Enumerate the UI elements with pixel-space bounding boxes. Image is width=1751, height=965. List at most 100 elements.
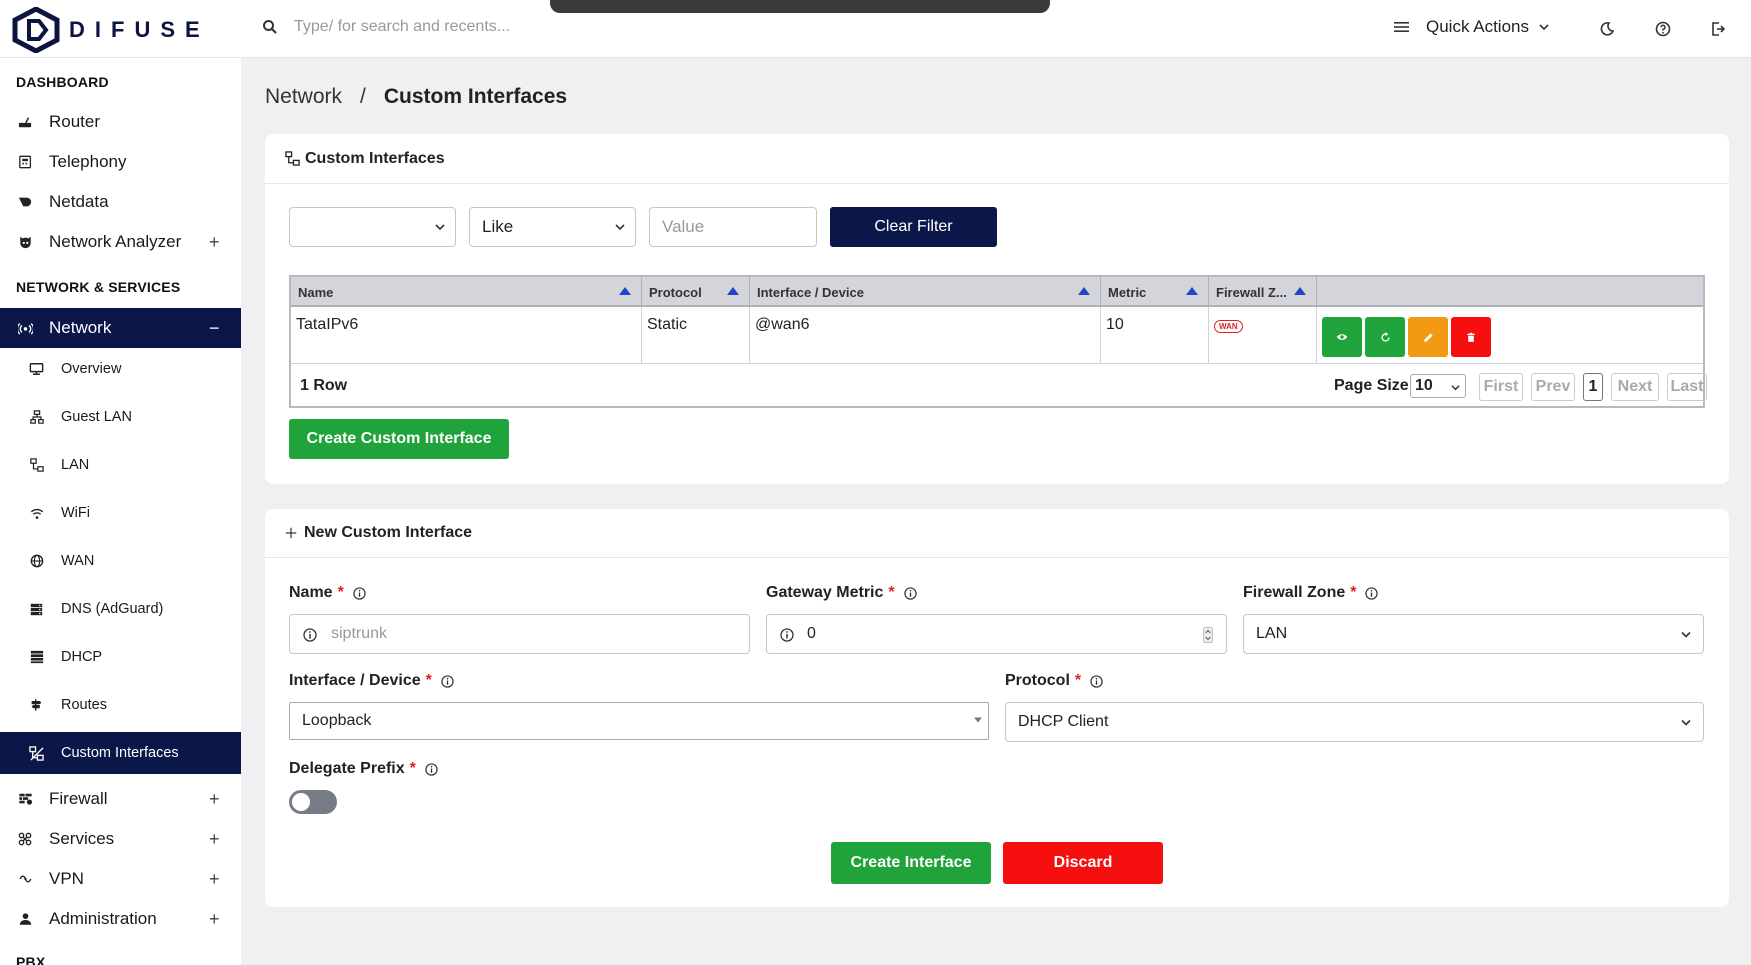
spinner-arrows-icon[interactable] <box>1203 627 1213 643</box>
sidebar-item-label: Overview <box>61 361 122 377</box>
pager-last[interactable]: Last <box>1667 373 1707 401</box>
name-label: Name * <box>289 584 366 602</box>
card-header: Custom Interfaces <box>265 134 1729 184</box>
sidebar-subitem-overview[interactable]: Overview <box>0 348 241 390</box>
protocol-select[interactable]: DHCP Client <box>1005 702 1704 742</box>
dark-mode-icon[interactable] <box>1599 21 1615 37</box>
sort-asc-icon[interactable] <box>619 287 631 295</box>
sort-asc-icon[interactable] <box>1186 287 1198 295</box>
pager-prev[interactable]: Prev <box>1531 373 1575 401</box>
clear-filter-button[interactable]: Clear Filter <box>830 207 997 247</box>
services-icon <box>18 832 32 846</box>
collapse-icon[interactable]: − <box>209 318 220 339</box>
filter-value-placeholder: Value <box>662 217 705 236</box>
chevron-down-icon <box>615 224 625 231</box>
card-title: New Custom Interface <box>304 524 473 541</box>
filter-field-select[interactable] <box>289 207 456 247</box>
column-header-metric[interactable]: Metric <box>1101 277 1209 307</box>
sidebar-item-services[interactable]: Services + <box>0 819 241 859</box>
expand-icon[interactable]: + <box>209 909 220 930</box>
name-field[interactable]: siptrunk <box>289 614 750 654</box>
toggle-knob <box>292 793 310 811</box>
info-icon <box>425 762 438 776</box>
column-header-protocol[interactable]: Protocol <box>642 277 750 307</box>
sidebar-subitem-wan[interactable]: WAN <box>0 540 241 582</box>
interface-device-select[interactable]: Loopback <box>289 702 989 740</box>
network-services-heading: NETWORK & SERVICES <box>16 279 181 295</box>
column-header-firewall-zone[interactable]: Firewall Z... <box>1209 277 1317 307</box>
sidebar-subitem-routes[interactable]: Routes <box>0 684 241 726</box>
create-custom-interface-button[interactable]: Create Custom Interface <box>289 419 509 459</box>
pager-next[interactable]: Next <box>1611 373 1659 401</box>
breadcrumb: Network / Custom Interfaces <box>265 85 567 109</box>
network-icon <box>17 323 33 335</box>
expand-icon[interactable]: + <box>209 829 220 850</box>
interfaces-table: Name Protocol Interface / Device Metric … <box>289 275 1707 408</box>
sidebar-item-router[interactable]: Router <box>0 102 241 142</box>
sidebar-item-label: Router <box>49 112 101 131</box>
app-name: DIFUSE <box>69 17 210 42</box>
delete-button[interactable] <box>1451 317 1491 357</box>
help-icon[interactable] <box>1655 21 1671 37</box>
pager-current-page[interactable]: 1 <box>1583 373 1603 401</box>
discard-button[interactable]: Discard <box>1003 842 1163 884</box>
gateway-metric-stepper[interactable]: 0 <box>766 614 1227 654</box>
quick-actions-menu[interactable]: Quick Actions <box>1394 17 1549 37</box>
sort-asc-icon[interactable] <box>1078 287 1090 295</box>
column-header-name[interactable]: Name <box>291 277 642 307</box>
sidebar-item-vpn[interactable]: VPN + <box>0 859 241 899</box>
sidebar-item-administration[interactable]: Administration + <box>0 899 241 939</box>
app-logo[interactable]: DIFUSE <box>11 7 210 53</box>
info-icon <box>353 586 366 600</box>
edit-button[interactable] <box>1408 317 1448 357</box>
expand-icon[interactable]: + <box>209 869 220 890</box>
gateway-metric-value: 0 <box>807 625 816 642</box>
sidebar-item-firewall[interactable]: Firewall + <box>0 779 241 819</box>
refresh-icon <box>1380 331 1390 342</box>
sidebar-subitem-guest-lan[interactable]: Guest LAN <box>0 396 241 438</box>
column-header-actions <box>1317 277 1705 307</box>
sidebar-subitem-wifi[interactable]: WiFi <box>0 492 241 534</box>
logout-icon[interactable] <box>1710 21 1726 37</box>
filter-operator-select[interactable]: Like <box>469 207 636 247</box>
sort-asc-icon[interactable] <box>1294 287 1306 295</box>
table-row[interactable]: TataIPv6 Static @wan6 10 WAN <box>291 307 1703 364</box>
restart-button[interactable] <box>1365 317 1405 357</box>
cell-protocol: Static <box>642 307 750 364</box>
search-bar[interactable]: Type/ for search and recents... <box>262 18 510 36</box>
expand-icon[interactable]: + <box>209 789 220 810</box>
globe-icon <box>30 554 43 568</box>
difuse-logo-icon <box>12 7 60 53</box>
filter-value-input[interactable]: Value <box>649 207 817 247</box>
trash-icon <box>1467 332 1475 342</box>
sidebar-subitem-custom-interfaces[interactable]: Custom Interfaces <box>0 732 241 774</box>
breadcrumb-network[interactable]: Network <box>265 85 342 109</box>
info-icon <box>1365 586 1379 600</box>
sidebar-item-telephony[interactable]: Telephony <box>0 142 241 182</box>
sidebar-item-netdata[interactable]: Netdata <box>0 182 241 222</box>
sidebar-item-label: Services <box>49 829 115 848</box>
protocol-value: DHCP Client <box>1018 713 1109 730</box>
search-icon <box>263 20 277 34</box>
column-header-interface-device[interactable]: Interface / Device <box>750 277 1101 307</box>
page-size-value: 10 <box>1415 377 1433 394</box>
info-icon <box>1090 674 1103 688</box>
expand-icon[interactable]: + <box>209 232 220 253</box>
sort-asc-icon[interactable] <box>727 287 739 295</box>
sidebar-subitem-dhcp[interactable]: DHCP <box>0 636 241 678</box>
card-title: Custom Interfaces <box>305 149 445 167</box>
create-interface-button[interactable]: Create Interface <box>831 842 991 884</box>
router-icon <box>18 117 32 128</box>
delegate-prefix-toggle[interactable] <box>289 790 337 814</box>
firewall-zone-select[interactable]: LAN <box>1243 614 1704 654</box>
page-size-select[interactable]: 10 <box>1410 374 1466 398</box>
sidebar-subitem-lan[interactable]: LAN <box>0 444 241 486</box>
sidebar-item-network-analyzer[interactable]: Network Analyzer + <box>0 222 241 262</box>
pager-first[interactable]: First <box>1479 373 1523 401</box>
protocol-label: Protocol * <box>1005 672 1103 690</box>
search-input[interactable]: Type/ for search and recents... <box>294 18 510 36</box>
sidebar-subitem-dns[interactable]: DNS (AdGuard) <box>0 588 241 630</box>
sidebar-item-network[interactable]: Network − <box>0 308 241 348</box>
view-button[interactable] <box>1322 317 1362 357</box>
lan-icon <box>29 458 44 472</box>
